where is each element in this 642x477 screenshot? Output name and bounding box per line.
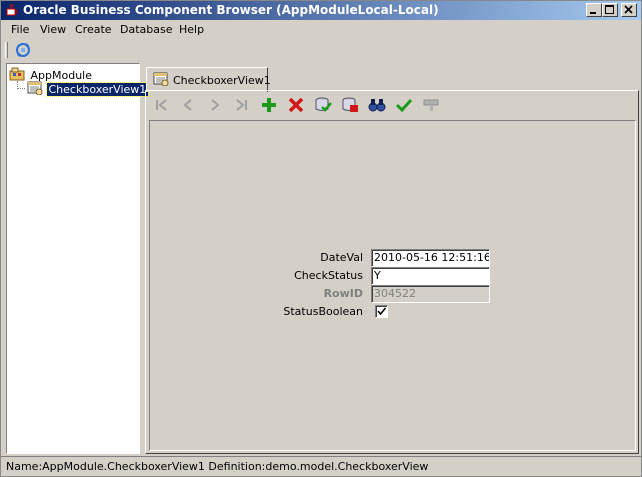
browser-window: Oracle Business Component Browser (AppMo… (0, 0, 642, 477)
last-icon[interactable] (232, 96, 252, 114)
field-label-rowid: RowID (323, 287, 363, 300)
status-text: Name:AppModule.CheckboxerView1 Definitio… (6, 460, 429, 473)
statusboolean-checkbox[interactable] (375, 305, 388, 318)
first-icon[interactable] (151, 96, 171, 114)
close-button[interactable] (621, 3, 637, 17)
insert-icon[interactable] (259, 96, 279, 114)
field-label-checkstatus: CheckStatus (294, 269, 363, 282)
validate-icon[interactable] (313, 96, 333, 114)
minimize-button[interactable] (586, 3, 602, 17)
tree-root-label: AppModule (30, 68, 93, 82)
specify-bind-icon[interactable] (421, 96, 441, 114)
content-frame: DateVal 2010-05-16 12:51:16.0 CheckStatu… (145, 90, 639, 454)
field-label-dateval: DateVal (320, 251, 363, 264)
title-bar[interactable]: Oracle Business Component Browser (AppMo… (1, 1, 641, 20)
navigation-toolbar (146, 91, 638, 119)
toolbar-grip[interactable] (5, 42, 8, 58)
rowid-field: 304522 (371, 285, 490, 303)
tab-label: CheckboxerView1 (173, 74, 271, 87)
menu-create[interactable]: Create (75, 23, 112, 36)
previous-icon[interactable] (178, 96, 198, 114)
commit-icon[interactable] (394, 96, 414, 114)
view-object-icon (153, 72, 169, 89)
menu-file[interactable]: File (11, 23, 29, 36)
tree-node-checkboxerview1[interactable]: CheckboxerView1 (27, 81, 150, 98)
delete-icon[interactable] (286, 96, 306, 114)
tree-child-label: CheckboxerView1 (45, 81, 150, 97)
rollback-icon[interactable] (340, 96, 360, 114)
menu-help[interactable]: Help (179, 23, 204, 36)
refresh-icon[interactable] (13, 41, 33, 59)
tree-connector (17, 81, 25, 89)
view-object-icon (27, 81, 43, 98)
maximize-button[interactable] (602, 3, 618, 17)
window-title: Oracle Business Component Browser (AppMo… (23, 3, 439, 17)
dateval-field[interactable]: 2010-05-16 12:51:16.0 (371, 249, 490, 267)
java-cup-icon (5, 3, 19, 17)
tab-checkboxerview1[interactable]: CheckboxerView1 (146, 67, 271, 92)
field-label-statusboolean: StatusBoolean (283, 305, 363, 318)
main-toolbar (1, 39, 641, 61)
tree-panel: AppModule CheckboxerView1 (6, 63, 150, 454)
find-icon[interactable] (367, 96, 387, 114)
next-icon[interactable] (205, 96, 225, 114)
menu-bar: File View Create Database Help (1, 20, 641, 39)
menu-view[interactable]: View (40, 23, 66, 36)
tab-strip: CheckboxerView1 (145, 65, 639, 92)
form-area: DateVal 2010-05-16 12:51:16.0 CheckStatu… (149, 120, 636, 451)
menu-database[interactable]: Database (120, 23, 173, 36)
checkstatus-field[interactable]: Y (371, 267, 490, 285)
status-bar: Name:AppModule.CheckboxerView1 Definitio… (1, 456, 641, 476)
